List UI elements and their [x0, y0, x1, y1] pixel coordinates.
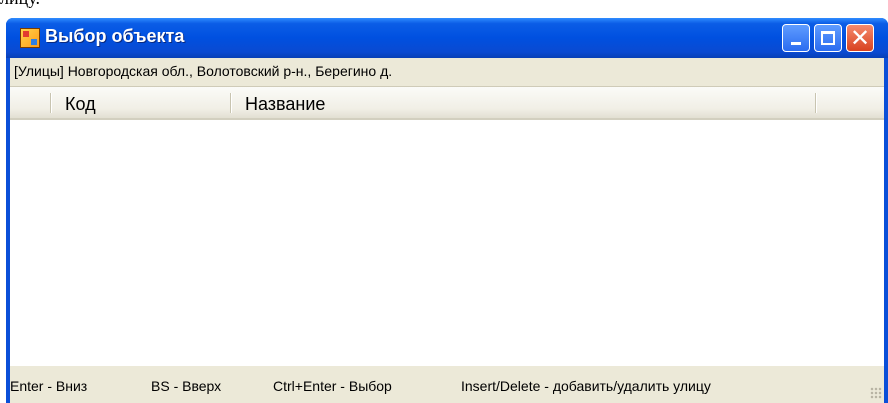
- client-area: [Улицы] Новгородская обл., Волотовский р…: [10, 58, 884, 403]
- column-separator[interactable]: [230, 93, 231, 113]
- close-button[interactable]: ✕: [846, 24, 874, 52]
- grid-header: Код Название: [10, 87, 884, 120]
- status-hint-ctrl-enter: Ctrl+Enter - Выбор: [273, 378, 392, 394]
- minimize-icon: [791, 42, 801, 45]
- column-separator: [50, 93, 51, 113]
- status-hint-enter: Enter - Вниз: [10, 378, 88, 394]
- status-hint-insert-delete: Insert/Delete - добавить/удалить улицу: [461, 378, 711, 394]
- column-header-name[interactable]: Название: [245, 94, 325, 115]
- column-header-code[interactable]: Код: [65, 94, 96, 115]
- maximize-icon: [821, 31, 835, 45]
- path-info-text: [Улицы] Новгородская обл., Волотовский р…: [14, 63, 393, 79]
- status-hint-backspace: BS - Вверх: [151, 378, 222, 394]
- close-icon: ✕: [850, 24, 871, 52]
- path-info-bar: [Улицы] Новгородская обл., Волотовский р…: [10, 58, 884, 87]
- dialog-window: Выбор объекта ✕ [Улицы] Новгородская обл…: [6, 18, 888, 403]
- status-bar: Enter - Вниз BS - Вверх Ctrl+Enter - Выб…: [10, 366, 884, 403]
- maximize-button[interactable]: [814, 24, 842, 52]
- column-separator[interactable]: [815, 93, 816, 113]
- resize-grip-icon[interactable]: [870, 387, 882, 399]
- objects-grid[interactable]: Код Название: [10, 87, 884, 366]
- minimize-button[interactable]: [782, 24, 810, 52]
- app-icon: [20, 28, 40, 48]
- title-bar[interactable]: Выбор объекта ✕: [6, 18, 888, 58]
- grid-body[interactable]: [10, 120, 884, 366]
- page-top-text: лицу.: [0, 0, 40, 8]
- window-title: Выбор объекта: [45, 26, 185, 46]
